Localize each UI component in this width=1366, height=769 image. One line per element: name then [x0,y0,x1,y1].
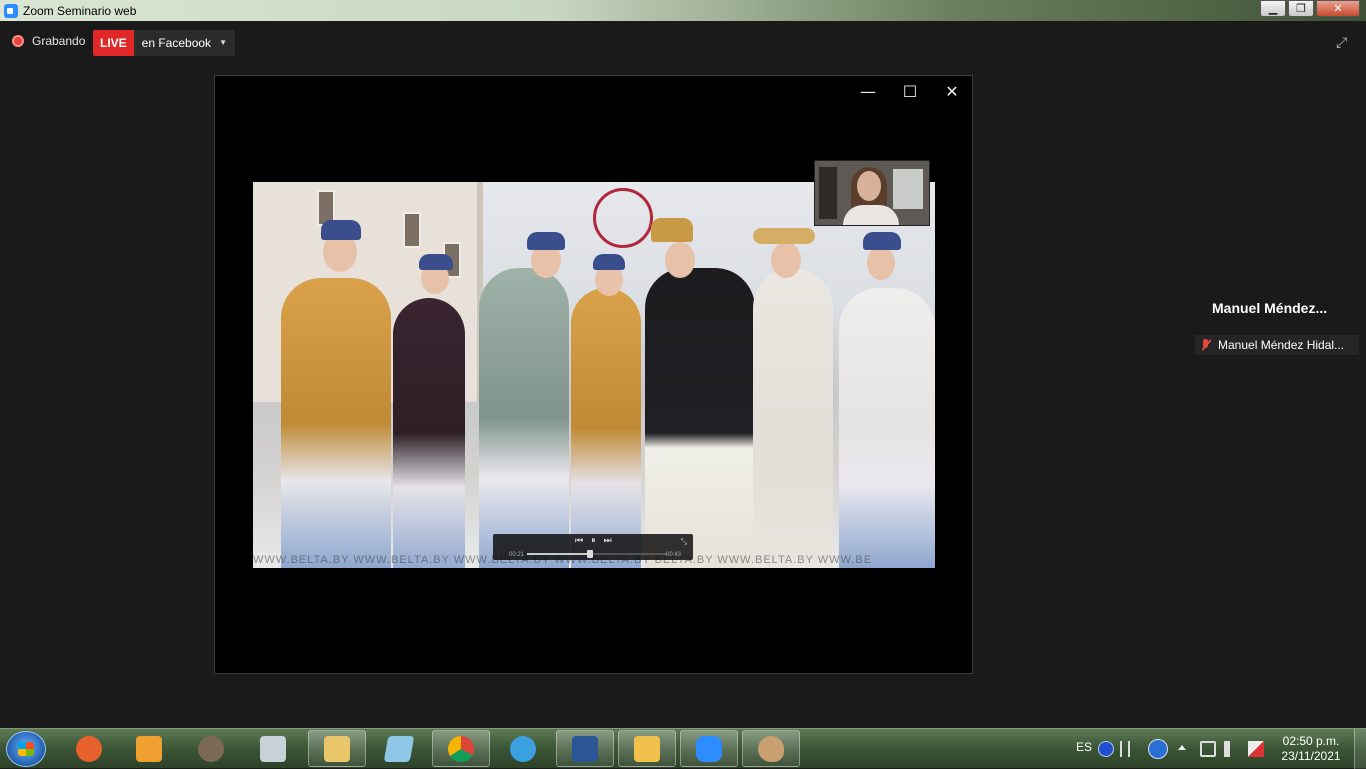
taskbar-zoom[interactable] [680,730,738,767]
action-center-flag-icon[interactable] [1248,741,1264,757]
mail-icon [634,735,660,762]
taskbar-outlook[interactable] [618,730,676,767]
video-scene-star [593,188,653,248]
speaker-thumbnail[interactable] [814,160,930,226]
live-stream-indicator[interactable]: LIVE en Facebook ▼ [93,30,235,56]
taskbar-paint[interactable] [742,730,800,767]
calculator-icon [260,735,286,762]
window-controls: ▁ ❐ ✕ [1260,0,1360,17]
participant-tile[interactable]: Manuel Méndez Hidal... [1195,335,1359,355]
taskbar-firefox[interactable] [60,730,118,767]
shared-window-controls: — ☐ ✕ [858,82,962,101]
video-player-controls[interactable]: ⏮ ⏸ ⏭ ⤡ 00:21 -00:43 [493,534,693,560]
clock-date: 23/11/2021 [1281,749,1341,763]
word-icon [572,735,598,762]
clock-time: 02:50 p.m. [1282,734,1340,748]
shared-video[interactable]: WWW.BELTA.BY WWW.BELTA.BY WWW.BELTA.BY W… [253,182,935,568]
taskbar-notepad[interactable] [370,730,428,767]
seek-bar-fill [527,553,590,555]
recording-dot-icon [12,35,24,47]
zoom-icon [696,735,722,762]
active-speaker-name: Manuel Méndez... [1212,300,1328,316]
share-close-icon[interactable]: ✕ [942,82,962,101]
network-icon[interactable] [1200,741,1216,757]
language-indicator[interactable]: ES [1076,740,1092,754]
seek-bar[interactable] [527,550,667,558]
seek-bar-handle[interactable] [587,550,593,558]
meeting-header: Grabando LIVE en Facebook ▼ ⤢ [0,21,1366,67]
next-icon[interactable]: ⏭ [604,536,612,546]
keyboard-layout-icon[interactable] [1120,741,1130,757]
volume-icon[interactable] [1224,741,1236,757]
taskbar-calculator[interactable] [244,730,302,767]
system-clock[interactable]: 02:50 p.m. 23/11/2021 [1280,734,1342,764]
taskbar: ES 02:50 p.m. 23/11/2021 [0,728,1366,769]
taskbar-media-player[interactable] [120,730,178,767]
participant-name: Manuel Méndez Hidal... [1218,338,1345,352]
gimp-icon [198,735,224,762]
chevron-down-icon: ▼ [219,38,227,47]
zoom-app-icon [4,3,18,18]
paint-icon [758,735,784,762]
live-target-label: en Facebook [141,36,212,50]
time-remaining: -00:43 [663,552,681,558]
meeting-stage: — ☐ ✕ WWW.BELTA.BY WWW.BELTA.BY WWW.BELT… [0,67,1366,728]
folder-icon [324,735,350,762]
taskbar-internet-explorer[interactable] [494,730,552,767]
mic-muted-icon [1199,338,1213,352]
recording-label: Grabando [32,34,86,48]
notepad-icon [383,735,415,762]
internet-explorer-icon [510,735,536,762]
expand-icon[interactable]: ⤡ [681,537,687,547]
live-target-dropdown[interactable]: en Facebook ▼ [133,30,235,56]
taskbar-file-explorer[interactable] [308,730,366,767]
shared-screen-window: — ☐ ✕ WWW.BELTA.BY WWW.BELTA.BY WWW.BELT… [214,75,973,674]
taskbar-word[interactable] [556,730,614,767]
close-button[interactable]: ✕ [1316,0,1360,17]
media-player-icon [136,735,162,762]
restore-button[interactable]: ❐ [1288,0,1314,17]
share-minimize-icon[interactable]: — [858,82,878,101]
recording-indicator[interactable]: Grabando [12,34,85,48]
fullscreen-icon[interactable]: ⤢ [1336,35,1352,51]
time-elapsed: 00:21 [509,552,525,558]
support-help-icon[interactable] [1148,739,1168,759]
help-icon[interactable] [1098,741,1114,757]
start-button[interactable] [6,731,46,767]
minimize-button[interactable]: ▁ [1260,0,1286,17]
firefox-icon [76,735,102,762]
live-badge: LIVE [93,30,134,56]
taskbar-gimp[interactable] [182,730,240,767]
show-desktop-button[interactable] [1354,729,1366,769]
chrome-icon [448,735,474,762]
window-titlebar: Zoom Seminario web ▁ ❐ ✕ [0,0,1366,21]
window-title: Zoom Seminario web [23,3,137,18]
previous-icon[interactable]: ⏮ [575,536,583,546]
share-maximize-icon[interactable]: ☐ [900,82,920,101]
show-hidden-icons-chevron-icon[interactable] [1178,745,1186,750]
pause-icon[interactable]: ⏸ [591,536,596,546]
taskbar-chrome[interactable] [432,730,490,767]
